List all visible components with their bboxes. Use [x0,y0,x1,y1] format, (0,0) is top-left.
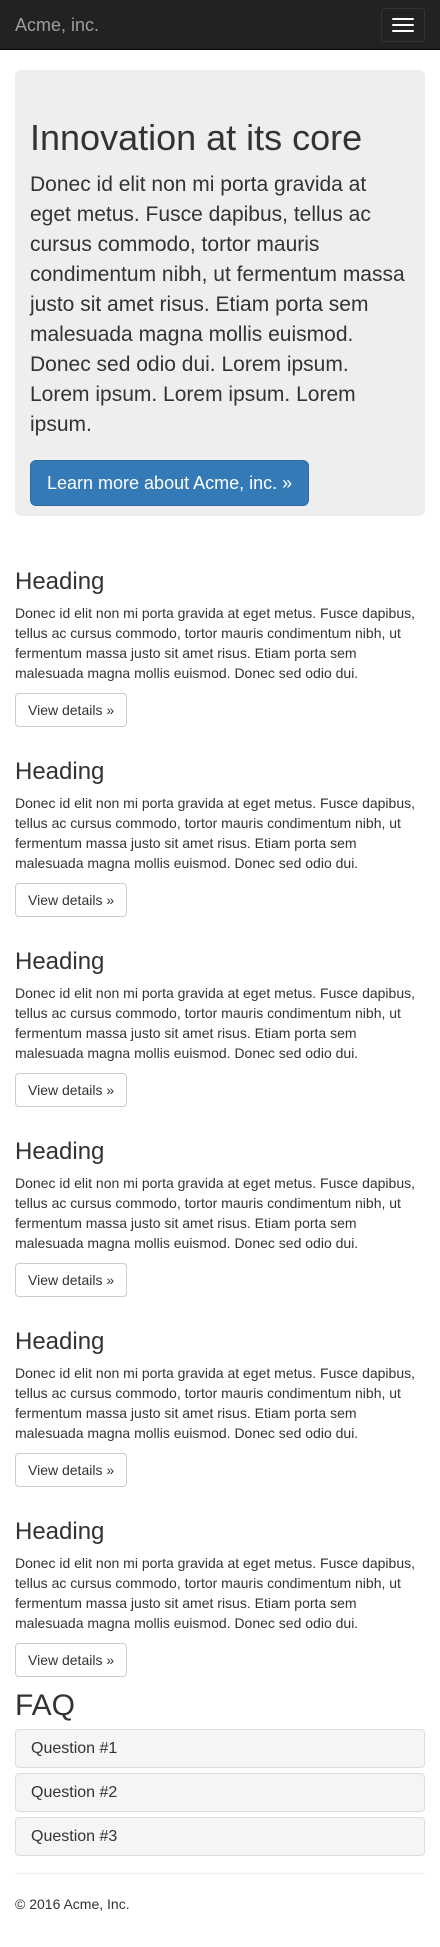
view-details-button[interactable]: View details » [15,1643,128,1677]
learn-more-button[interactable]: Learn more about Acme, inc. » [30,460,310,506]
faq-question-2[interactable]: Question #2 [15,1773,425,1812]
hamburger-menu-icon [392,23,414,26]
jumbotron-lead: Donec id elit non mi porta gravida at eg… [30,173,405,436]
feature-heading: Heading [15,948,105,975]
view-details-button[interactable]: View details » [15,1073,128,1107]
feature-body: Donec id elit non mi porta gravida at eg… [15,985,415,1061]
hamburger-menu-icon [392,29,414,32]
view-details-button[interactable]: View details » [15,1263,128,1297]
feature-column: Heading Donec id elit non mi porta gravi… [15,516,425,727]
faq-title: FAQ [15,1689,76,1722]
copyright-text: © 2016 Acme, Inc. [15,1896,130,1912]
hamburger-menu-icon [392,17,414,20]
feature-body: Donec id elit non mi porta gravida at eg… [15,605,415,681]
feature-body: Donec id elit non mi porta gravida at eg… [15,795,415,871]
feature-heading: Heading [15,1138,105,1165]
feature-column: Heading Donec id elit non mi porta gravi… [15,1466,425,1677]
brand-link[interactable]: Acme, inc. [15,15,99,35]
footer: © 2016 Acme, Inc. [15,1873,425,1934]
feature-column: Heading Donec id elit non mi porta gravi… [15,1086,425,1297]
feature-heading: Heading [15,1328,105,1355]
feature-column: Heading Donec id elit non mi porta gravi… [15,896,425,1107]
faq-question-1[interactable]: Question #1 [15,1729,425,1768]
feature-body: Donec id elit non mi porta gravida at eg… [15,1175,415,1251]
view-details-button[interactable]: View details » [15,693,128,727]
navbar: Acme, inc. [0,0,440,50]
feature-column: Heading Donec id elit non mi porta gravi… [15,1276,425,1487]
main-container: Innovation at its core Donec id elit non… [0,70,440,1934]
feature-heading: Heading [15,758,105,785]
view-details-button[interactable]: View details » [15,1453,128,1487]
feature-heading: Heading [15,568,105,595]
jumbotron: Innovation at its core Donec id elit non… [15,70,425,516]
navbar-toggle-button[interactable] [381,7,425,42]
view-details-button[interactable]: View details » [15,883,128,917]
faq-question-3[interactable]: Question #3 [15,1817,425,1856]
feature-body: Donec id elit non mi porta gravida at eg… [15,1555,415,1631]
feature-body: Donec id elit non mi porta gravida at eg… [15,1365,415,1441]
feature-column: Heading Donec id elit non mi porta gravi… [15,706,425,917]
faq-section: FAQ Question #1 Question #2 Question #3 [15,1656,425,1856]
jumbotron-title: Innovation at its core [30,117,363,158]
feature-heading: Heading [15,1518,105,1545]
